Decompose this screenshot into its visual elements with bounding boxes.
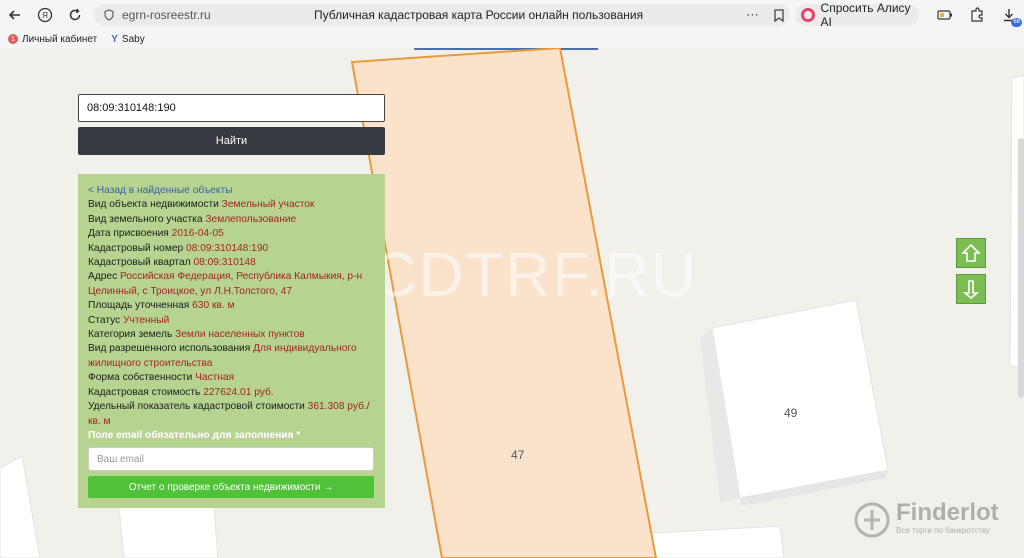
svg-text:Я: Я bbox=[42, 11, 48, 20]
extensions-icon[interactable] bbox=[968, 6, 986, 24]
info-value: Землепользование bbox=[205, 213, 297, 225]
info-row: Адрес Российская Федерация, Республика К… bbox=[88, 270, 375, 299]
yandex-button[interactable]: Я bbox=[30, 0, 60, 30]
info-value: Учтенный bbox=[123, 314, 170, 326]
parcel-label-49: 49 bbox=[784, 406, 798, 420]
info-row: Вид объекта недвижимости Земельный участ… bbox=[88, 198, 375, 212]
cadastral-search-input[interactable] bbox=[78, 94, 385, 122]
back-to-results-link[interactable]: < Назад в найденные объекты bbox=[88, 184, 375, 198]
browser-toolbar: Я egrn-rosreestr.ru Публичная кадастрова… bbox=[0, 0, 1024, 30]
info-row: Площадь уточненная 630 кв. м bbox=[88, 299, 375, 313]
page-title: Публичная кадастровая карта России онлай… bbox=[314, 8, 644, 22]
notification-badge: 1 bbox=[8, 34, 18, 44]
download-icon[interactable]: 68 bbox=[1000, 6, 1022, 27]
info-value: 227624.01 руб. bbox=[203, 386, 274, 398]
shield-icon bbox=[102, 8, 116, 22]
info-value: Российская Федерация, Республика Калмыки… bbox=[88, 271, 363, 297]
info-row: Вид земельного участка Землепользование bbox=[88, 213, 375, 227]
info-label: Площадь уточненная bbox=[88, 300, 190, 312]
arrow-left-icon bbox=[8, 10, 20, 20]
arrow-down-icon bbox=[962, 280, 980, 300]
info-label: Кадастровый номер bbox=[88, 242, 184, 254]
info-row: Дата присвоения 2016-04-05 bbox=[88, 227, 375, 241]
parcel-label-47: 47 bbox=[511, 448, 525, 462]
reload-icon bbox=[69, 8, 81, 21]
info-label: Статус bbox=[88, 314, 121, 326]
alice-button[interactable]: Спросить Алису AI bbox=[795, 1, 919, 29]
info-label: Вид земельного участка bbox=[88, 213, 203, 225]
house-up-icon bbox=[961, 243, 981, 262]
battery-icon[interactable] bbox=[936, 6, 954, 24]
object-info-panel: < Назад в найденные объекты Вид объекта … bbox=[78, 174, 385, 508]
info-label: Адрес bbox=[88, 271, 118, 283]
info-label: Форма собственности bbox=[88, 372, 193, 384]
alice-label: Спросить Алису AI bbox=[820, 1, 911, 29]
more-icon[interactable]: ⋯ bbox=[746, 7, 768, 23]
info-label: Дата присвоения bbox=[88, 228, 169, 240]
info-value: 2016-04-05 bbox=[171, 228, 224, 240]
email-required-label: Поле email обязательно для заполнения * bbox=[88, 429, 301, 441]
building-49 bbox=[700, 299, 889, 506]
bookmark-label: Личный кабинет bbox=[22, 33, 98, 45]
download-badge: 68 bbox=[1011, 18, 1022, 27]
finderlot-sub: Все торги по банкротству bbox=[896, 526, 990, 535]
map-scrollbar[interactable] bbox=[1018, 138, 1024, 398]
bookmark-saby[interactable]: Y Saby bbox=[111, 34, 144, 45]
info-row: Категория земель Земли населенных пункто… bbox=[88, 328, 375, 342]
bookmarks-bar: 1 Личный кабинет Y Saby bbox=[0, 30, 1024, 48]
info-value: 08:09:310148 bbox=[193, 257, 256, 269]
bookmark-lk[interactable]: 1 Личный кабинет bbox=[8, 34, 97, 45]
reload-button[interactable] bbox=[60, 0, 90, 30]
alice-icon bbox=[801, 8, 815, 22]
info-label: Удельный показатель кадастровой стоимост… bbox=[88, 401, 305, 413]
info-row: Кадастровая стоимость 227624.01 руб. bbox=[88, 386, 375, 400]
info-value: 630 кв. м bbox=[192, 300, 235, 312]
info-label: Вид разрешенного использования bbox=[88, 343, 251, 355]
info-label: Кадастровая стоимость bbox=[88, 386, 201, 398]
info-row: Кадастровый номер 08:09:310148:190 bbox=[88, 242, 375, 256]
info-value: 08:09:310148:190 bbox=[186, 242, 269, 254]
yandex-icon: Я bbox=[37, 7, 53, 23]
arrow-up-button[interactable] bbox=[956, 238, 986, 268]
bookmark-label: Saby bbox=[121, 33, 145, 45]
info-label: Категория земель bbox=[88, 329, 173, 341]
info-row: Вид разрешенного использования Для индив… bbox=[88, 342, 375, 371]
info-fields: Вид объекта недвижимости Земельный участ… bbox=[88, 198, 375, 429]
back-button[interactable] bbox=[0, 0, 30, 30]
finderlot-logo-icon bbox=[854, 502, 890, 538]
info-row: Форма собственности Частная bbox=[88, 371, 375, 385]
info-value: Частная bbox=[195, 372, 235, 384]
info-label: Кадастровый квартал bbox=[88, 257, 191, 269]
bookmark-icon[interactable] bbox=[768, 8, 790, 22]
info-value: Земли населенных пунктов bbox=[175, 329, 305, 341]
finderlot-name: Finderlot bbox=[896, 499, 999, 526]
address-bar[interactable]: egrn-rosreestr.ru Публичная кадастровая … bbox=[94, 4, 790, 26]
finderlot-watermark: Finderlot Все торги по банкротству bbox=[852, 500, 999, 540]
report-button[interactable]: Отчет о проверке объекта недвижимости → bbox=[88, 476, 374, 499]
info-row: Кадастровый квартал 08:09:310148 bbox=[88, 256, 375, 270]
find-button[interactable]: Найти bbox=[78, 127, 385, 155]
map-edge-bar bbox=[414, 48, 598, 50]
url-text: egrn-rosreestr.ru bbox=[122, 8, 211, 22]
info-row: Удельный показатель кадастровой стоимост… bbox=[88, 400, 375, 429]
email-input[interactable] bbox=[88, 447, 374, 472]
info-label: Вид объекта недвижимости bbox=[88, 199, 219, 211]
info-value: Земельный участок bbox=[221, 199, 315, 211]
saby-icon: Y bbox=[111, 33, 118, 45]
info-row: Статус Учтенный bbox=[88, 314, 375, 328]
cdtrf-watermark: CDTRF.RU bbox=[372, 241, 698, 310]
arrow-down-button[interactable] bbox=[956, 274, 986, 304]
